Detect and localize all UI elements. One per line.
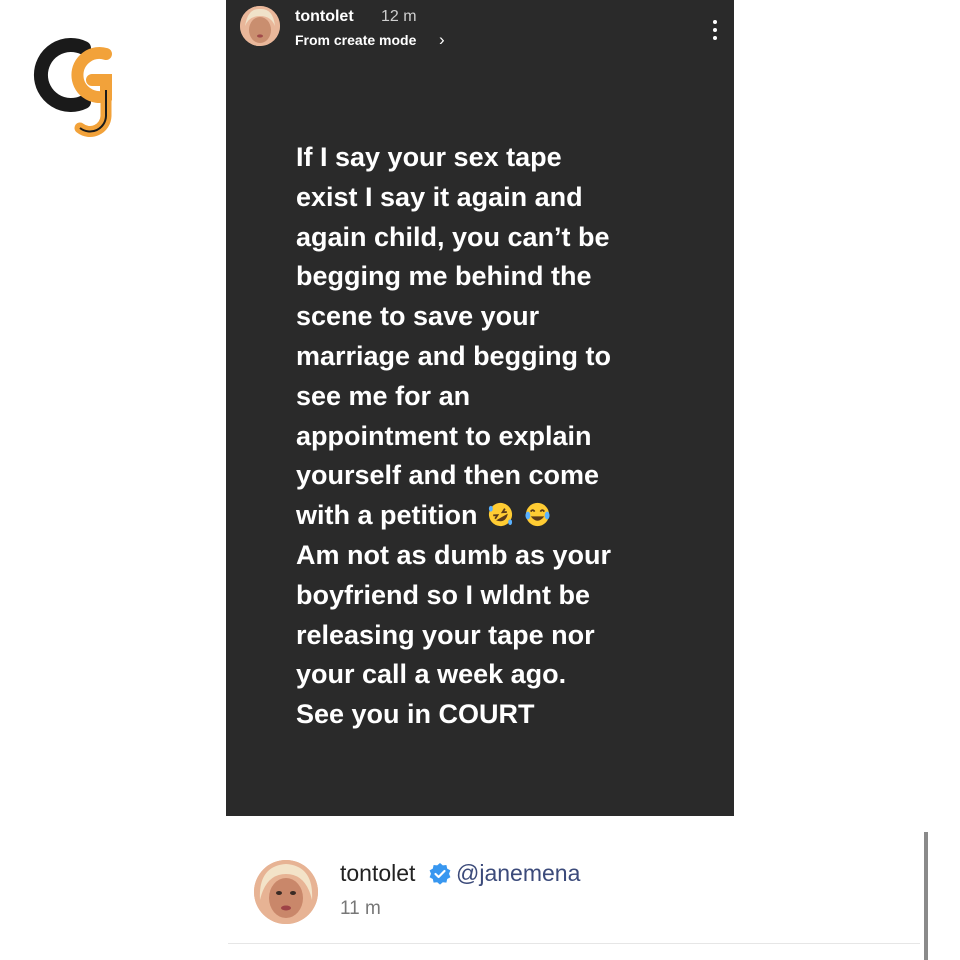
story-text-line: scene to save your (296, 301, 540, 332)
cg-logo-icon (34, 38, 112, 137)
avatar-image (254, 860, 318, 924)
avatar-image (240, 6, 280, 46)
story-timestamp: 12 m (381, 8, 417, 25)
story-username[interactable]: tontolet (295, 8, 354, 26)
avatar[interactable] (254, 860, 318, 924)
story-text-line: your call a week ago. (296, 659, 567, 690)
story-header: tontolet 12 m From create mode › (240, 6, 720, 50)
story-panel: tontolet 12 m From create mode › If I sa… (226, 0, 734, 816)
story-text-line: again child, you can’t be (296, 221, 610, 252)
chevron-right-icon[interactable]: › (439, 30, 445, 50)
scrollbar[interactable] (924, 832, 928, 960)
story-text-line: with a petition (296, 500, 478, 531)
story-text-line: releasing your tape nor (296, 619, 595, 650)
story-text-line: see me for an (296, 380, 471, 411)
story-text-line: Am not as dumb as your (296, 539, 612, 570)
mention-link[interactable]: @janemena (456, 860, 580, 887)
tears-of-joy-icon (524, 503, 550, 527)
comment-username[interactable]: tontolet (340, 860, 415, 887)
story-text-line: See you in COURT (296, 699, 535, 730)
comment-timestamp: 11 m (340, 898, 381, 919)
story-text-line: boyfriend so I wldnt be (296, 579, 591, 610)
story-text-line: exist I say it again and (296, 181, 583, 212)
divider (228, 943, 920, 944)
rolling-on-floor-laughing-icon (488, 503, 513, 527)
story-text-line: appointment to explain (296, 420, 592, 451)
story-text-line: begging me behind the (296, 261, 592, 292)
story-text-line-with-emoji: with a petition (296, 496, 706, 536)
story-text-line: yourself and then come (296, 460, 600, 491)
story-text: If I say your sex tape exist I say it ag… (296, 138, 706, 735)
avatar[interactable] (240, 6, 280, 46)
comment-row: tontolet @janemena 11 m (226, 835, 930, 960)
verified-badge-icon (429, 863, 451, 885)
story-text-line: marriage and begging to (296, 340, 612, 371)
create-mode-link[interactable]: From create mode (295, 32, 416, 48)
more-vertical-icon[interactable] (710, 20, 720, 46)
story-text-line: If I say your sex tape (296, 142, 562, 172)
